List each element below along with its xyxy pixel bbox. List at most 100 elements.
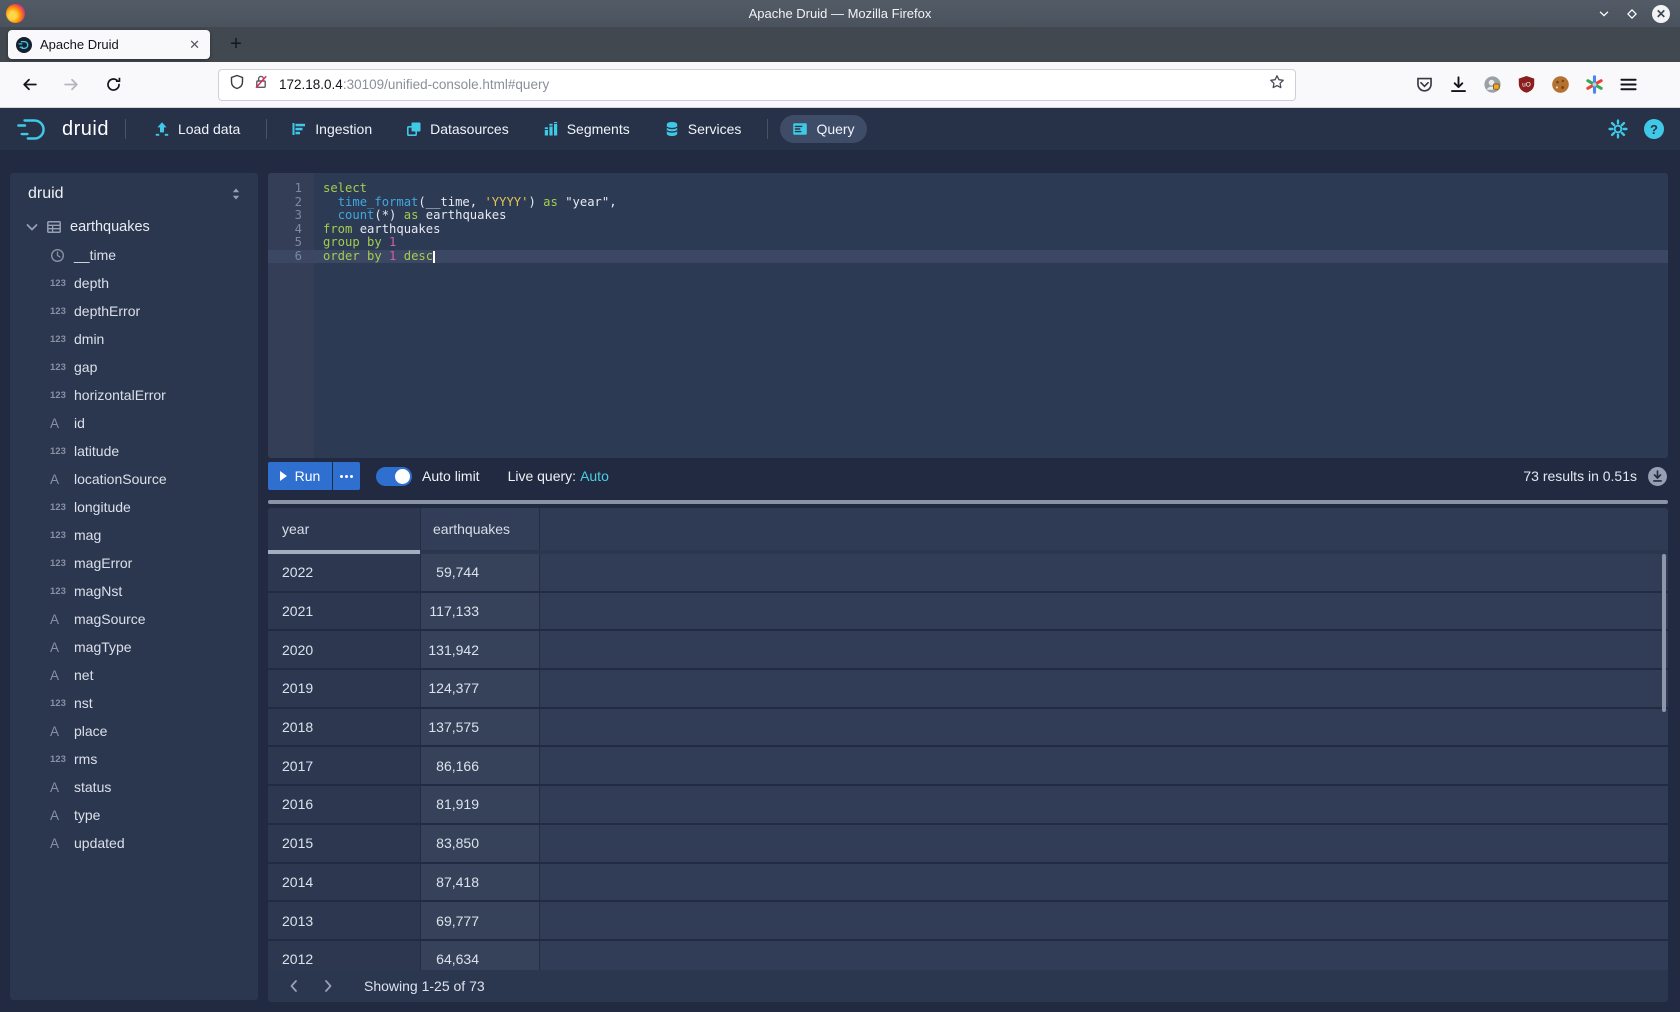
cell-earthquakes[interactable]: 83,850 xyxy=(420,825,540,862)
cell-year[interactable]: 2015 xyxy=(268,825,420,862)
cell-year[interactable]: 2017 xyxy=(268,747,420,784)
live-query-label[interactable]: Live query:Auto xyxy=(508,468,609,484)
sidebar-column-latitude[interactable]: 123latitude xyxy=(10,437,258,465)
cell-year[interactable]: 2018 xyxy=(268,709,420,746)
settings-gear-icon[interactable] xyxy=(1608,119,1628,139)
cell-year[interactable]: 2021 xyxy=(268,593,420,630)
sidebar-column-magNst[interactable]: 123magNst xyxy=(10,577,258,605)
nav-item-ingestion[interactable]: Ingestion xyxy=(279,115,384,143)
column-name: latitude xyxy=(74,443,119,459)
tab-close-icon[interactable]: ✕ xyxy=(187,37,202,53)
url-text[interactable]: 172.18.0.4:30109/unified-console.html#qu… xyxy=(279,77,1269,92)
more-options-button[interactable] xyxy=(333,462,360,490)
bookmark-star-icon[interactable] xyxy=(1269,74,1285,95)
cell-year[interactable]: 2022 xyxy=(268,554,420,591)
chevron-down-icon[interactable] xyxy=(24,219,40,235)
nav-item-datasources[interactable]: Datasources xyxy=(394,115,521,143)
nav-label: Load data xyxy=(178,121,240,137)
sidebar-column-dmin[interactable]: 123dmin xyxy=(10,325,258,353)
table-row: 2018137,575 xyxy=(268,709,1668,748)
pagination-label: Showing 1-25 of 73 xyxy=(364,978,485,994)
pocket-icon[interactable] xyxy=(1414,75,1434,95)
sidebar-column-updated[interactable]: Aupdated xyxy=(10,829,258,857)
column-header-year[interactable]: year xyxy=(268,508,420,550)
broken-lock-icon[interactable] xyxy=(253,74,269,95)
cell-earthquakes[interactable]: 124,377 xyxy=(420,670,540,707)
download-circle-icon[interactable] xyxy=(1647,466,1668,487)
auto-limit-toggle[interactable] xyxy=(376,467,412,486)
sidebar-column-__time[interactable]: __time xyxy=(10,241,258,269)
sidebar-column-id[interactable]: Aid xyxy=(10,409,258,437)
column-header-earthquakes[interactable]: earthquakes xyxy=(420,508,540,550)
account-extension-icon[interactable] xyxy=(1482,75,1502,95)
url-bar[interactable]: 172.18.0.4:30109/unified-console.html#qu… xyxy=(218,69,1296,101)
sidebar-table-earthquakes[interactable]: earthquakes xyxy=(10,213,258,241)
sidebar-column-longitude[interactable]: 123longitude xyxy=(10,493,258,521)
chevron-left-icon[interactable] xyxy=(286,978,302,994)
cell-earthquakes[interactable]: 64,634 xyxy=(420,941,540,970)
cell-earthquakes[interactable]: 131,942 xyxy=(420,631,540,668)
nav-item-query[interactable]: Query xyxy=(780,115,866,143)
hamburger-menu-icon[interactable] xyxy=(1618,75,1638,95)
sidebar-column-place[interactable]: Aplace xyxy=(10,717,258,745)
vertical-scrollbar[interactable] xyxy=(1662,554,1666,712)
cell-earthquakes[interactable]: 81,919 xyxy=(420,786,540,823)
sidebar-column-magType[interactable]: AmagType xyxy=(10,633,258,661)
sidebar-column-net[interactable]: Anet xyxy=(10,661,258,689)
sidebar-column-horizontalError[interactable]: 123horizontalError xyxy=(10,381,258,409)
table-row: 201264,634 xyxy=(268,941,1668,970)
druid-brand[interactable]: druid xyxy=(16,117,109,142)
back-button[interactable] xyxy=(14,70,44,100)
column-name: type xyxy=(74,807,100,823)
sidebar-column-depthError[interactable]: 123depthError xyxy=(10,297,258,325)
cell-earthquakes[interactable]: 86,166 xyxy=(420,747,540,784)
help-circle-icon[interactable]: ? xyxy=(1644,119,1664,139)
cell-year[interactable]: 2012 xyxy=(268,941,420,970)
tab-apache-druid[interactable]: Apache Druid ✕ xyxy=(8,30,210,59)
new-tab-button[interactable]: + xyxy=(222,30,250,58)
horizontal-scrollbar[interactable] xyxy=(268,500,1668,504)
cell-year[interactable]: 2016 xyxy=(268,786,420,823)
sidebar-column-magError[interactable]: 123magError xyxy=(10,549,258,577)
cell-earthquakes[interactable]: 137,575 xyxy=(420,709,540,746)
double-caret-vertical-icon[interactable] xyxy=(228,186,244,202)
sidebar-column-magSource[interactable]: AmagSource xyxy=(10,605,258,633)
sidebar-column-nst[interactable]: 123nst xyxy=(10,689,258,717)
nav-label: Ingestion xyxy=(315,121,372,137)
window-close-icon[interactable]: ✕ xyxy=(1652,5,1670,23)
reload-button[interactable] xyxy=(98,70,128,100)
table-row: 2019124,377 xyxy=(268,670,1668,709)
column-name: magSource xyxy=(74,611,146,627)
cell-earthquakes[interactable]: 87,418 xyxy=(420,864,540,901)
window-minimize-chevron-icon[interactable] xyxy=(1596,6,1612,22)
forward-button[interactable] xyxy=(56,70,86,100)
ublock-icon[interactable]: uO xyxy=(1516,75,1536,95)
sidebar-column-status[interactable]: Astatus xyxy=(10,773,258,801)
cell-earthquakes[interactable]: 69,777 xyxy=(420,902,540,939)
run-button[interactable]: Run xyxy=(268,462,332,490)
chevron-right-icon[interactable] xyxy=(320,978,336,994)
sql-editor[interactable]: 1select2 time_format(__time, 'YYYY') as … xyxy=(268,173,1668,458)
cell-year[interactable]: 2014 xyxy=(268,864,420,901)
sidebar-column-type[interactable]: Atype xyxy=(10,801,258,829)
sidebar-column-rms[interactable]: 123rms xyxy=(10,745,258,773)
sidebar-column-gap[interactable]: 123gap xyxy=(10,353,258,381)
sidebar-column-depth[interactable]: 123depth xyxy=(10,269,258,297)
code-line-4: 4from earthquakes xyxy=(268,223,1668,237)
cell-year[interactable]: 2013 xyxy=(268,902,420,939)
color-asterisk-extension-icon[interactable] xyxy=(1584,75,1604,95)
cell-year[interactable]: 2019 xyxy=(268,670,420,707)
cookie-extension-icon[interactable] xyxy=(1550,75,1570,95)
sidebar-column-locationSource[interactable]: AlocationSource xyxy=(10,465,258,493)
nav-item-load-data[interactable]: Load data xyxy=(142,115,252,143)
tracking-shield-icon[interactable] xyxy=(229,74,245,95)
nav-item-segments[interactable]: Segments xyxy=(531,115,642,143)
cell-earthquakes[interactable]: 59,744 xyxy=(420,554,540,591)
cell-earthquakes[interactable]: 117,133 xyxy=(420,593,540,630)
downloads-icon[interactable] xyxy=(1448,75,1468,95)
table-grid-icon xyxy=(46,219,62,235)
cell-year[interactable]: 2020 xyxy=(268,631,420,668)
sidebar-column-mag[interactable]: 123mag xyxy=(10,521,258,549)
nav-item-services[interactable]: Services xyxy=(652,115,754,143)
window-maximize-diamond-icon[interactable] xyxy=(1624,6,1640,22)
